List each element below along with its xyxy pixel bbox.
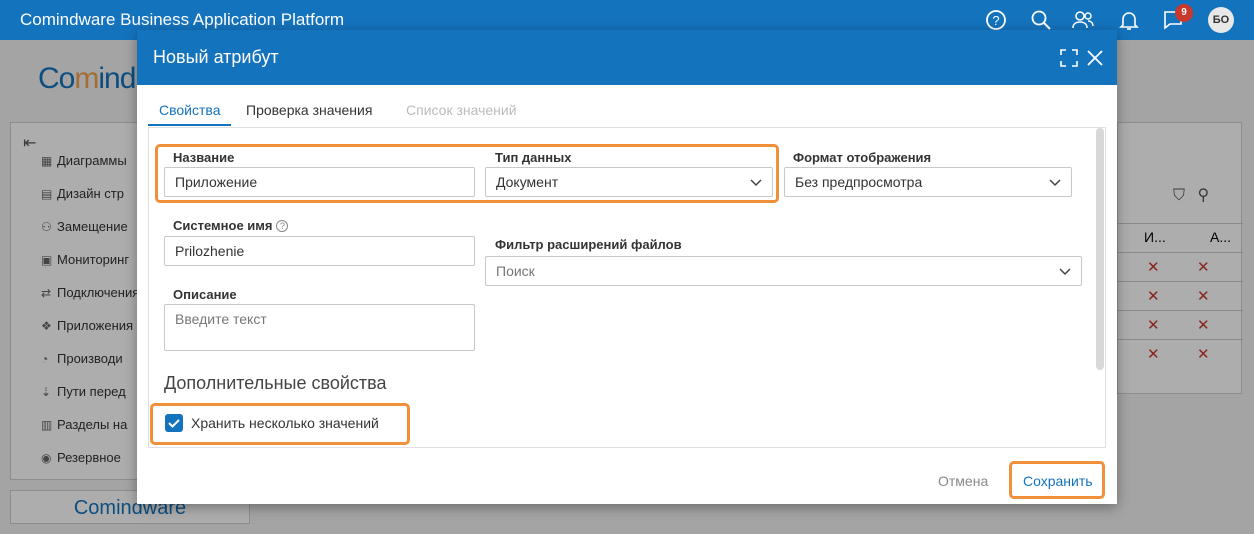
chevron-down-icon	[1059, 268, 1071, 276]
close-icon[interactable]	[1085, 48, 1105, 68]
help-icon[interactable]: ?	[984, 8, 1008, 32]
format-select[interactable]: Без предпросмотра	[784, 167, 1072, 197]
highlight-multi-value	[150, 403, 410, 445]
tab-properties[interactable]: Свойства	[148, 102, 232, 126]
highlight-save	[1009, 461, 1105, 499]
chevron-down-icon	[1049, 179, 1061, 187]
scrollbar[interactable]	[1096, 128, 1104, 370]
format-value: Без предпросмотра	[795, 174, 923, 190]
sysname-input[interactable]: Prilozhenie	[164, 236, 475, 266]
dialog-header: Новый атрибут	[137, 30, 1117, 85]
description-textarea[interactable]: Введите текст	[164, 304, 475, 351]
tab-value-list: Список значений	[406, 102, 517, 118]
filter-label: Фильтр расширений файлов	[495, 237, 682, 252]
users-icon[interactable]	[1071, 8, 1095, 32]
format-label: Формат отображения	[793, 150, 932, 165]
cancel-button[interactable]: Отмена	[938, 473, 988, 489]
app-title: Comindware Business Application Platform	[20, 10, 345, 29]
svg-text:?: ?	[992, 13, 999, 28]
dialog-tabs: Свойства Проверка значения Список значен…	[148, 100, 1106, 128]
description-label: Описание	[173, 287, 237, 302]
dialog-title: Новый атрибут	[153, 47, 279, 67]
file-filter-placeholder: Поиск	[496, 263, 535, 279]
bell-icon[interactable]	[1117, 8, 1141, 32]
notification-badge: 9	[1175, 4, 1193, 22]
tab-value-validation[interactable]: Проверка значения	[246, 102, 372, 124]
sysname-label: Системное имя?	[173, 218, 289, 233]
search-icon[interactable]	[1029, 8, 1053, 32]
maximize-icon[interactable]	[1059, 48, 1079, 68]
help-icon[interactable]: ?	[276, 220, 289, 232]
highlight-name-datatype	[155, 144, 779, 203]
additional-properties-heading: Дополнительные свойства	[164, 373, 387, 393]
user-avatar[interactable]: БО	[1208, 7, 1234, 33]
file-filter-select[interactable]: Поиск	[485, 256, 1082, 286]
